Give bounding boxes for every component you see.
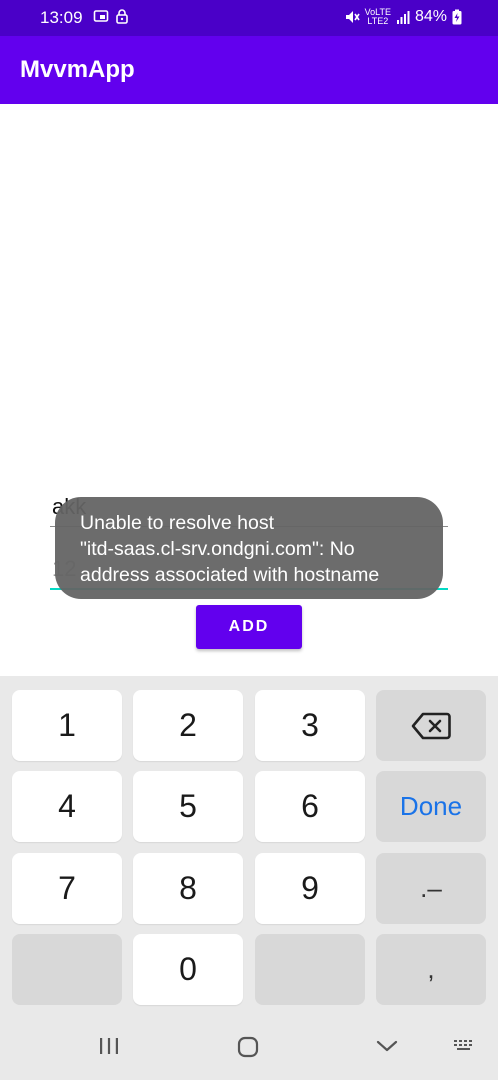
status-time: 13:09 xyxy=(40,8,83,27)
navigation-bar xyxy=(0,1016,498,1080)
battery-percent: 84% xyxy=(414,8,447,25)
lock-icon xyxy=(116,9,128,24)
app-bar: MvvmApp xyxy=(0,36,498,104)
screenshot-icon xyxy=(93,10,109,22)
home-button[interactable] xyxy=(237,1036,259,1058)
network-type: VoLTE LTE2 xyxy=(364,7,391,26)
key-blank xyxy=(12,934,122,1005)
key-blank xyxy=(255,934,365,1005)
key-comma[interactable]: , xyxy=(376,934,486,1005)
key-6[interactable]: 6 xyxy=(255,771,365,842)
numeric-keyboard: 1 2 3 4 5 6 Done 7 8 9 .– 0 , xyxy=(0,676,498,1016)
key-8[interactable]: 8 xyxy=(133,853,243,924)
key-backspace[interactable] xyxy=(376,690,486,761)
home-icon xyxy=(237,1036,259,1058)
keyboard-switch-button[interactable] xyxy=(452,1036,478,1056)
mute-icon xyxy=(345,11,360,23)
key-dot-minus[interactable]: .– xyxy=(376,853,486,924)
add-button[interactable]: ADD xyxy=(196,605,302,649)
key-done[interactable]: Done xyxy=(376,771,486,842)
backspace-icon xyxy=(411,712,451,739)
keyboard-icon xyxy=(454,1040,472,1050)
toast-line: address associated with hostname xyxy=(80,564,380,586)
signal-icon xyxy=(396,11,410,24)
battery-charging-icon xyxy=(452,9,462,25)
toast-line: "itd-saas.cl-srv.ondgni.com": No xyxy=(80,538,355,560)
back-icon xyxy=(376,1040,398,1052)
key-1[interactable]: 1 xyxy=(12,690,122,761)
key-9[interactable]: 9 xyxy=(255,853,365,924)
key-0[interactable]: 0 xyxy=(133,934,243,1005)
app-title: MvvmApp xyxy=(20,56,135,83)
key-7[interactable]: 7 xyxy=(12,853,122,924)
error-toast: Unable to resolve host "itd-saas.cl-srv.… xyxy=(55,497,443,599)
recent-apps-button[interactable] xyxy=(98,1036,120,1056)
recent-apps-icon xyxy=(100,1038,118,1054)
key-3[interactable]: 3 xyxy=(255,690,365,761)
toast-line: Unable to resolve host xyxy=(80,512,275,534)
status-bar: 13:09 VoLTE LTE2 84% xyxy=(0,0,498,36)
back-button[interactable] xyxy=(376,1036,398,1056)
status-right: VoLTE LTE2 84% xyxy=(344,8,462,26)
key-5[interactable]: 5 xyxy=(133,771,243,842)
key-2[interactable]: 2 xyxy=(133,690,243,761)
key-4[interactable]: 4 xyxy=(12,771,122,842)
status-left-icons xyxy=(93,8,129,24)
